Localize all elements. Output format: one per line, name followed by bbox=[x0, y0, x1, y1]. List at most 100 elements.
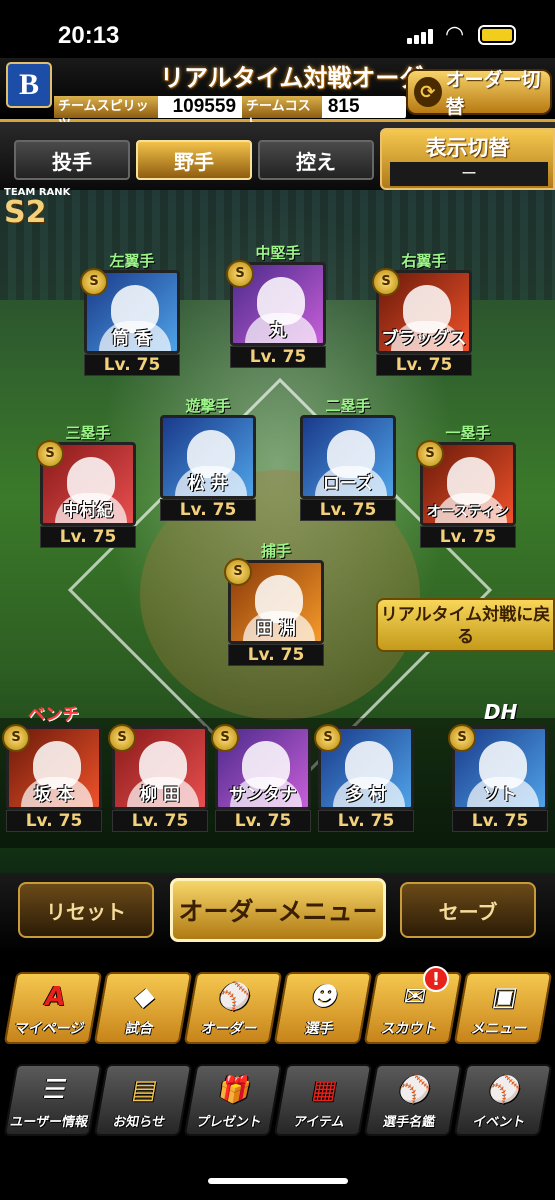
nav-item[interactable]: ▦ アイテム bbox=[273, 1064, 373, 1136]
team-spirits-label: チームスピリッツ bbox=[54, 96, 158, 132]
team-cost-label: チームコスト bbox=[242, 96, 322, 132]
position-label: 中堅手 bbox=[255, 244, 301, 262]
player-name: ソト bbox=[483, 785, 517, 805]
event-icon: ⚾ bbox=[485, 1075, 524, 1105]
nav-label: スカウト bbox=[379, 1021, 439, 1037]
nav-label: ユーザー情報 bbox=[8, 1115, 90, 1130]
nav-present[interactable]: 🎁 プレゼント bbox=[183, 1064, 283, 1136]
display-switch-button[interactable]: 表示切替 ー bbox=[380, 128, 555, 190]
player-card[interactable]: 松 井 bbox=[160, 415, 256, 499]
position-label: 右翼手 bbox=[401, 252, 447, 270]
position-label: 遊撃手 bbox=[185, 397, 231, 415]
player-first-base[interactable]: 一塁手 オースティン Lv. 75 S bbox=[416, 422, 516, 548]
bench-player[interactable]: 多 村 Lv. 75 S bbox=[314, 706, 414, 832]
team-rank: TEAM RANK S2 bbox=[4, 187, 70, 228]
tab-reserve[interactable]: 控え bbox=[258, 140, 374, 180]
player-catcher[interactable]: 捕手 田 淵 Lv. 75 S bbox=[224, 540, 324, 666]
player-card[interactable]: ローズ bbox=[300, 415, 396, 499]
position-label: 三塁手 bbox=[65, 424, 111, 442]
bench-player[interactable]: サンタナ Lv. 75 S bbox=[211, 706, 311, 832]
tab-pitcher[interactable]: 投手 bbox=[14, 140, 130, 180]
nav-event[interactable]: ⚾ イベント bbox=[453, 1064, 553, 1136]
save-button[interactable]: セーブ bbox=[400, 882, 536, 938]
status-time: 20:13 bbox=[58, 22, 120, 49]
position-label: 二塁手 bbox=[325, 397, 371, 415]
nav-label: 選手名鑑 bbox=[381, 1115, 437, 1130]
rank-badge-icon: S bbox=[314, 724, 342, 752]
team-spirits-value: 109559 bbox=[172, 96, 237, 117]
back-to-realtime-battle-button[interactable]: リアルタイム対戦に戻る bbox=[376, 598, 555, 652]
display-switch-value: ー bbox=[390, 162, 548, 186]
nav-label: メニュー bbox=[469, 1021, 529, 1037]
home-bar bbox=[0, 1140, 555, 1200]
player-level: Lv. 75 bbox=[160, 499, 256, 521]
nav-label: お知らせ bbox=[111, 1115, 167, 1130]
order-menu-button[interactable]: オーダーメニュー bbox=[170, 878, 386, 942]
nav-news[interactable]: ▤ お知らせ bbox=[93, 1064, 193, 1136]
player-level: Lv. 75 bbox=[300, 499, 396, 521]
player-name: 松 井 bbox=[188, 474, 228, 494]
rank-badge-icon: S bbox=[372, 268, 400, 296]
player-level: Lv. 75 bbox=[452, 810, 548, 832]
nav-game[interactable]: ◆ 試合 bbox=[93, 972, 193, 1044]
item-icon: ▦ bbox=[309, 1075, 340, 1105]
position-label: 一塁手 bbox=[445, 424, 491, 442]
display-switch-label: 表示切替 bbox=[425, 136, 510, 160]
player-level: Lv. 75 bbox=[84, 354, 180, 376]
player-level: Lv. 75 bbox=[376, 354, 472, 376]
player-shortstop[interactable]: 遊撃手 松 井 Lv. 75 bbox=[160, 395, 256, 521]
player-name: 中村紀 bbox=[62, 501, 114, 521]
player-name: ローズ bbox=[322, 474, 374, 494]
team-rank-value: S2 bbox=[4, 195, 47, 230]
nav-mypage[interactable]: A マイページ bbox=[3, 972, 103, 1044]
nav-order[interactable]: ⚾ オーダー bbox=[183, 972, 283, 1044]
field-icon: ⚾ bbox=[216, 982, 254, 1012]
team-stats: チームスピリッツ 109559 チームコスト 815 bbox=[54, 96, 406, 132]
tab-fielder[interactable]: 野手 bbox=[136, 140, 252, 180]
home-indicator[interactable] bbox=[208, 1178, 348, 1184]
player-level: Lv. 75 bbox=[112, 810, 208, 832]
rank-badge-icon: S bbox=[36, 440, 64, 468]
player-name: 丸 bbox=[269, 321, 287, 341]
player-name: 多 村 bbox=[346, 785, 386, 805]
dh-player[interactable]: ソト Lv. 75 S bbox=[448, 706, 548, 832]
refresh-icon: ⟳ bbox=[414, 77, 442, 107]
nav-label: 選手 bbox=[303, 1021, 335, 1037]
nav-label: 試合 bbox=[123, 1021, 155, 1037]
page-title: リアルタイム対戦オーダー bbox=[160, 64, 448, 92]
rank-badge-icon: S bbox=[416, 440, 444, 468]
scout-alert-badge: ! bbox=[423, 966, 449, 992]
position-label: 捕手 bbox=[260, 542, 291, 560]
user-info-icon: ☰ bbox=[40, 1075, 70, 1105]
nav-label: オーダー bbox=[199, 1021, 259, 1037]
player-name: ブラッグス bbox=[381, 329, 467, 349]
rank-badge-icon: S bbox=[211, 724, 239, 752]
player-name: 筒 香 bbox=[112, 329, 152, 349]
player-left-field[interactable]: 左翼手 筒 香 Lv. 75 S bbox=[80, 250, 180, 376]
order-switch-button[interactable]: ⟳ オーダー切替 bbox=[406, 69, 552, 118]
nav-label: イベント bbox=[471, 1115, 527, 1130]
battery-icon bbox=[478, 25, 516, 45]
nav-players[interactable]: ☻ 選手 bbox=[273, 972, 373, 1044]
reset-button[interactable]: リセット bbox=[18, 882, 154, 938]
wifi-icon: ◠ bbox=[445, 22, 465, 47]
team-logo[interactable]: B bbox=[6, 62, 52, 108]
player-right-field[interactable]: 右翼手 ブラッグス Lv. 75 S bbox=[372, 250, 472, 376]
bench-player[interactable]: 柳 田 Lv. 75 S bbox=[108, 706, 208, 832]
player-second-base[interactable]: 二塁手 ローズ Lv. 75 bbox=[300, 395, 396, 521]
nav-player-directory[interactable]: ⚾ 選手名鑑 bbox=[363, 1064, 463, 1136]
rank-badge-icon: S bbox=[224, 558, 252, 586]
player-level: Lv. 75 bbox=[228, 644, 324, 666]
position-label: 左翼手 bbox=[109, 252, 155, 270]
player-directory-icon: ⚾ bbox=[395, 1075, 434, 1105]
player-name: オースティン bbox=[426, 504, 510, 520]
nav-user-info[interactable]: ☰ ユーザー情報 bbox=[3, 1064, 103, 1136]
player-level: Lv. 75 bbox=[40, 526, 136, 548]
bench-player[interactable]: 坂 本 Lv. 75 S bbox=[2, 706, 102, 832]
player-third-base[interactable]: 三塁手 中村紀 Lv. 75 S bbox=[36, 422, 136, 548]
team-cost-value: 815 bbox=[327, 96, 360, 117]
nav-menu[interactable]: ▣ メニュー bbox=[453, 972, 553, 1044]
player-icon: ☻ bbox=[308, 982, 342, 1012]
rank-badge-icon: S bbox=[226, 260, 254, 288]
player-center-field[interactable]: 中堅手 丸 Lv. 75 S bbox=[226, 242, 326, 368]
